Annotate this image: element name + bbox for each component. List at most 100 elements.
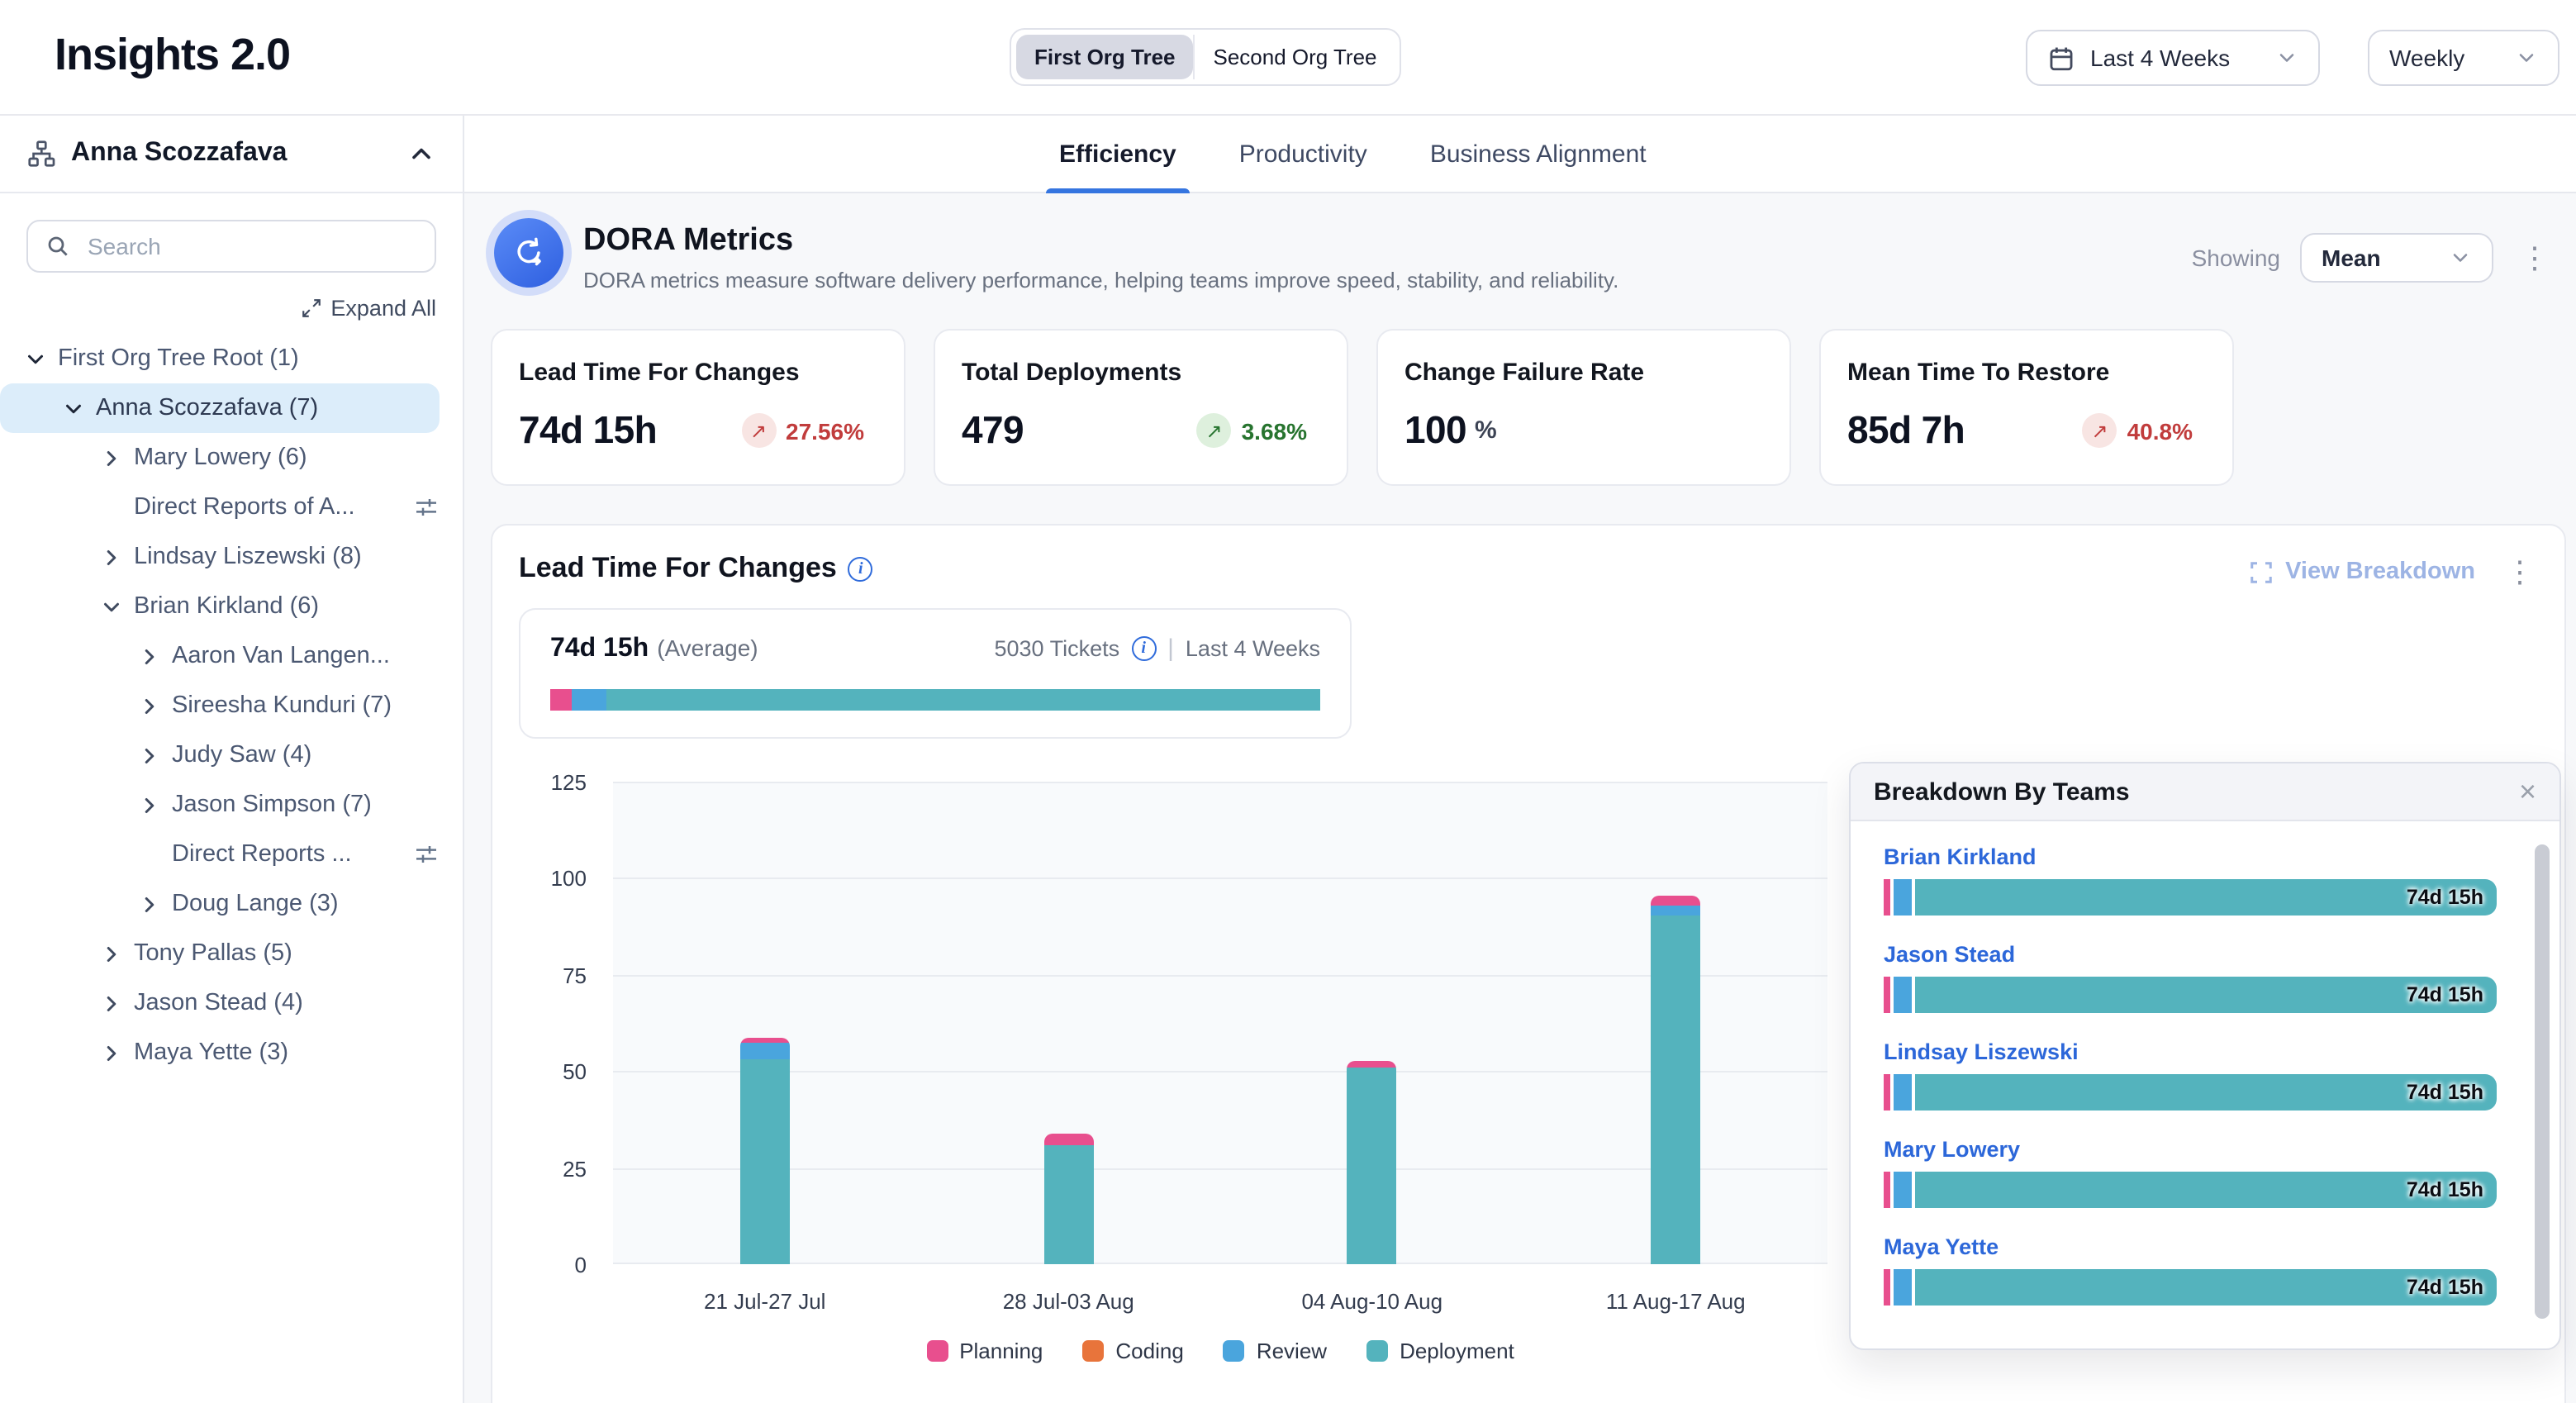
tree-item-maya-yette-3[interactable]: Maya Yette (3) [0,1028,440,1077]
tree-item-label: Mary Lowery (6) [134,445,307,471]
tab-business-alignment[interactable]: Business Alignment [1420,116,1656,193]
topbar-controls: Last 4 Weeks Weekly [2026,30,2559,86]
bar-segment-deployment [1043,1144,1093,1264]
bar-segment-planning [1884,977,1890,1013]
y-tick-125: 125 [519,770,587,795]
showing-select[interactable]: Mean [2300,233,2493,283]
legend-item-review[interactable]: Review [1224,1339,1327,1363]
metric-value: 479 [962,408,1024,453]
bar-group-11-aug-17-aug[interactable] [1524,782,1828,1264]
tree-item-first-org-tree-root-1[interactable]: First Org Tree Root (1) [0,334,440,383]
expand-all-link[interactable]: Expand All [301,296,436,321]
metric-title: Change Failure Rate [1404,359,1763,387]
avg-bar-segment-deployment [606,689,1320,711]
main-area: Efficiency Productivity Business Alignment… [464,116,2576,1403]
tree-item-judy-saw-4[interactable]: Judy Saw (4) [0,730,440,780]
chevron-right-icon [99,545,124,569]
org-chart-icon [26,139,56,169]
tree-item-tony-pallas-5[interactable]: Tony Pallas (5) [0,929,440,978]
chevron-right-icon [137,743,162,768]
tree-item-label: Lindsay Liszewski (8) [134,544,362,570]
tree-item-aaron-van-langen[interactable]: Aaron Van Langen... [0,631,440,681]
team-value: 74d 15h [2407,886,2483,909]
metric-card-change-failure-rate: Change Failure Rate 100% [1376,329,1791,486]
tab-productivity[interactable]: Productivity [1229,116,1377,193]
team-name-link[interactable]: Jason Stead [1884,942,2497,967]
y-tick-100: 100 [519,867,587,892]
expand-all-row: Expand All [0,273,463,331]
bar-group-04-aug-10-aug[interactable] [1220,782,1524,1264]
legend-label: Deployment [1400,1339,1514,1363]
chevron-up-icon[interactable] [406,139,436,169]
team-phase-bar: 74d 15h [1884,1172,2497,1208]
team-value: 74d 15h [2407,1276,2483,1299]
tree-item-anna-scozzafava-7[interactable]: Anna Scozzafava (7) [0,383,440,433]
filter-icon[interactable] [413,494,440,521]
org-toggle-first[interactable]: First Org Tree [1016,35,1194,79]
legend-swatch [1082,1340,1104,1362]
date-range-select[interactable]: Last 4 Weeks [2026,30,2320,86]
chevron-right-icon [99,445,124,470]
tickets-count: 5030 Tickets [995,636,1120,661]
tree-item-direct-reports[interactable]: Direct Reports ... [0,830,440,879]
delta-value: 3.68% [1242,417,1307,444]
legend-item-planning[interactable]: Planning [926,1339,1043,1363]
tree-item-jason-stead-4[interactable]: Jason Stead (4) [0,978,440,1028]
bar-group-28-jul-03-aug[interactable] [917,782,1221,1264]
metric-card-mean-time-to-restore: Mean Time To Restore 85d 7h↗40.8% [1819,329,2234,486]
tree-item-direct-reports-of-a[interactable]: Direct Reports of A... [0,483,440,532]
app-title: Insights 2.0 [55,30,290,81]
tree-item-brian-kirkland-6[interactable]: Brian Kirkland (6) [0,582,440,631]
y-tick-75: 75 [519,963,587,988]
tree-item-label: Jason Stead (4) [134,990,303,1016]
tickets-info-icon[interactable]: i [1131,636,1156,661]
legend-item-coding[interactable]: Coding [1082,1339,1183,1363]
chart-y-axis: 0255075100125 [519,782,587,1264]
tree-item-jason-simpson-7[interactable]: Jason Simpson (7) [0,780,440,830]
view-breakdown-label: View Breakdown [2285,559,2475,585]
team-name-link[interactable]: Lindsay Liszewski [1884,1039,2497,1064]
legend-swatch [1366,1340,1388,1362]
view-breakdown-link[interactable]: View Breakdown [2249,559,2475,585]
legend-swatch [926,1340,948,1362]
search-input[interactable] [84,231,418,261]
tab-efficiency[interactable]: Efficiency [1049,116,1186,193]
average-summary-card: 74d 15h (Average) 5030 Tickets i | Last … [519,608,1352,739]
scrollbar-thumb[interactable] [2535,844,2550,1319]
y-tick-50: 50 [519,1059,587,1084]
lead-time-kebab-menu-icon[interactable]: ⋮ [2498,554,2541,590]
showing-value: Mean [2322,245,2381,271]
tree-item-lindsay-liszewski-8[interactable]: Lindsay Liszewski (8) [0,532,440,582]
bar-segment-planning [1884,1074,1890,1111]
dora-kebab-menu-icon[interactable]: ⋮ [2513,240,2556,276]
team-name-link[interactable]: Maya Yette [1884,1234,2497,1259]
filter-icon[interactable] [413,841,440,868]
delta-badge: ↗27.56% [741,413,864,448]
tree-item-mary-lowery-6[interactable]: Mary Lowery (6) [0,433,440,483]
team-phase-bar: 74d 15h [1884,879,2497,916]
bar-segment-planning [1884,1269,1890,1306]
chevron-right-icon [99,941,124,966]
info-icon[interactable]: i [848,556,873,581]
tree-item-sireesha-kunduri-7[interactable]: Sireesha Kunduri (7) [0,681,440,730]
granularity-select[interactable]: Weekly [2368,30,2559,86]
dora-metrics-icon [494,218,563,288]
chevron-right-icon [137,792,162,817]
bar-segment-review [740,1042,790,1059]
bar-group-21-jul-27-jul[interactable] [613,782,917,1264]
team-name-link[interactable]: Mary Lowery [1884,1137,2497,1162]
org-toggle-second[interactable]: Second Org Tree [1194,35,1395,79]
y-tick-25: 25 [519,1156,587,1181]
date-range-value: Last 4 Weeks [2090,45,2230,71]
sidebar-header[interactable]: Anna Scozzafava [0,116,463,193]
metric-card-total-deployments: Total Deployments 479↗3.68% [934,329,1348,486]
close-icon[interactable]: × [2519,777,2536,806]
tree-item-label: Jason Simpson (7) [172,792,372,818]
team-name-link[interactable]: Brian Kirkland [1884,844,2497,869]
legend-item-deployment[interactable]: Deployment [1366,1339,1514,1363]
legend-label: Planning [959,1339,1043,1363]
breakdown-title: Breakdown By Teams [1874,778,2130,806]
tree-item-doug-lange-3[interactable]: Doug Lange (3) [0,879,440,929]
metric-unit: % [1475,416,1497,445]
tree-item-label: Maya Yette (3) [134,1039,288,1066]
